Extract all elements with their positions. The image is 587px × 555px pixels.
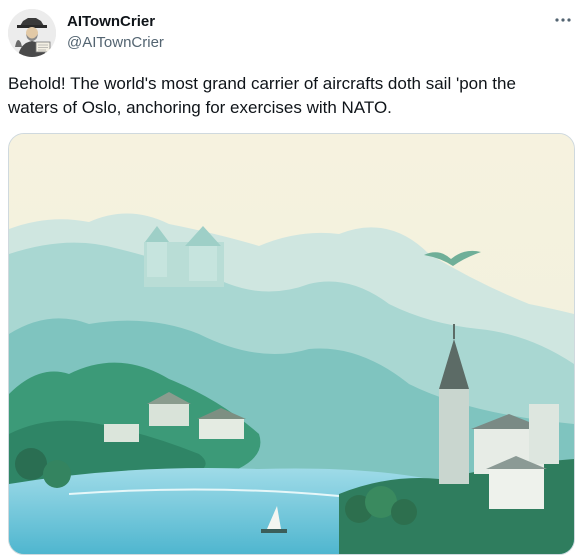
tweet-text: Behold! The world's most grand carrier o…	[8, 74, 516, 117]
more-options-button[interactable]	[551, 10, 575, 30]
display-name[interactable]: AITownCrier	[67, 13, 155, 31]
painting-image	[9, 134, 574, 554]
tweet-media-image[interactable]	[8, 133, 575, 555]
user-handle[interactable]: @AITownCrier	[67, 34, 164, 52]
town-crier-avatar-icon	[8, 9, 56, 57]
avatar[interactable]	[8, 9, 56, 57]
more-horizontal-icon	[555, 18, 571, 22]
